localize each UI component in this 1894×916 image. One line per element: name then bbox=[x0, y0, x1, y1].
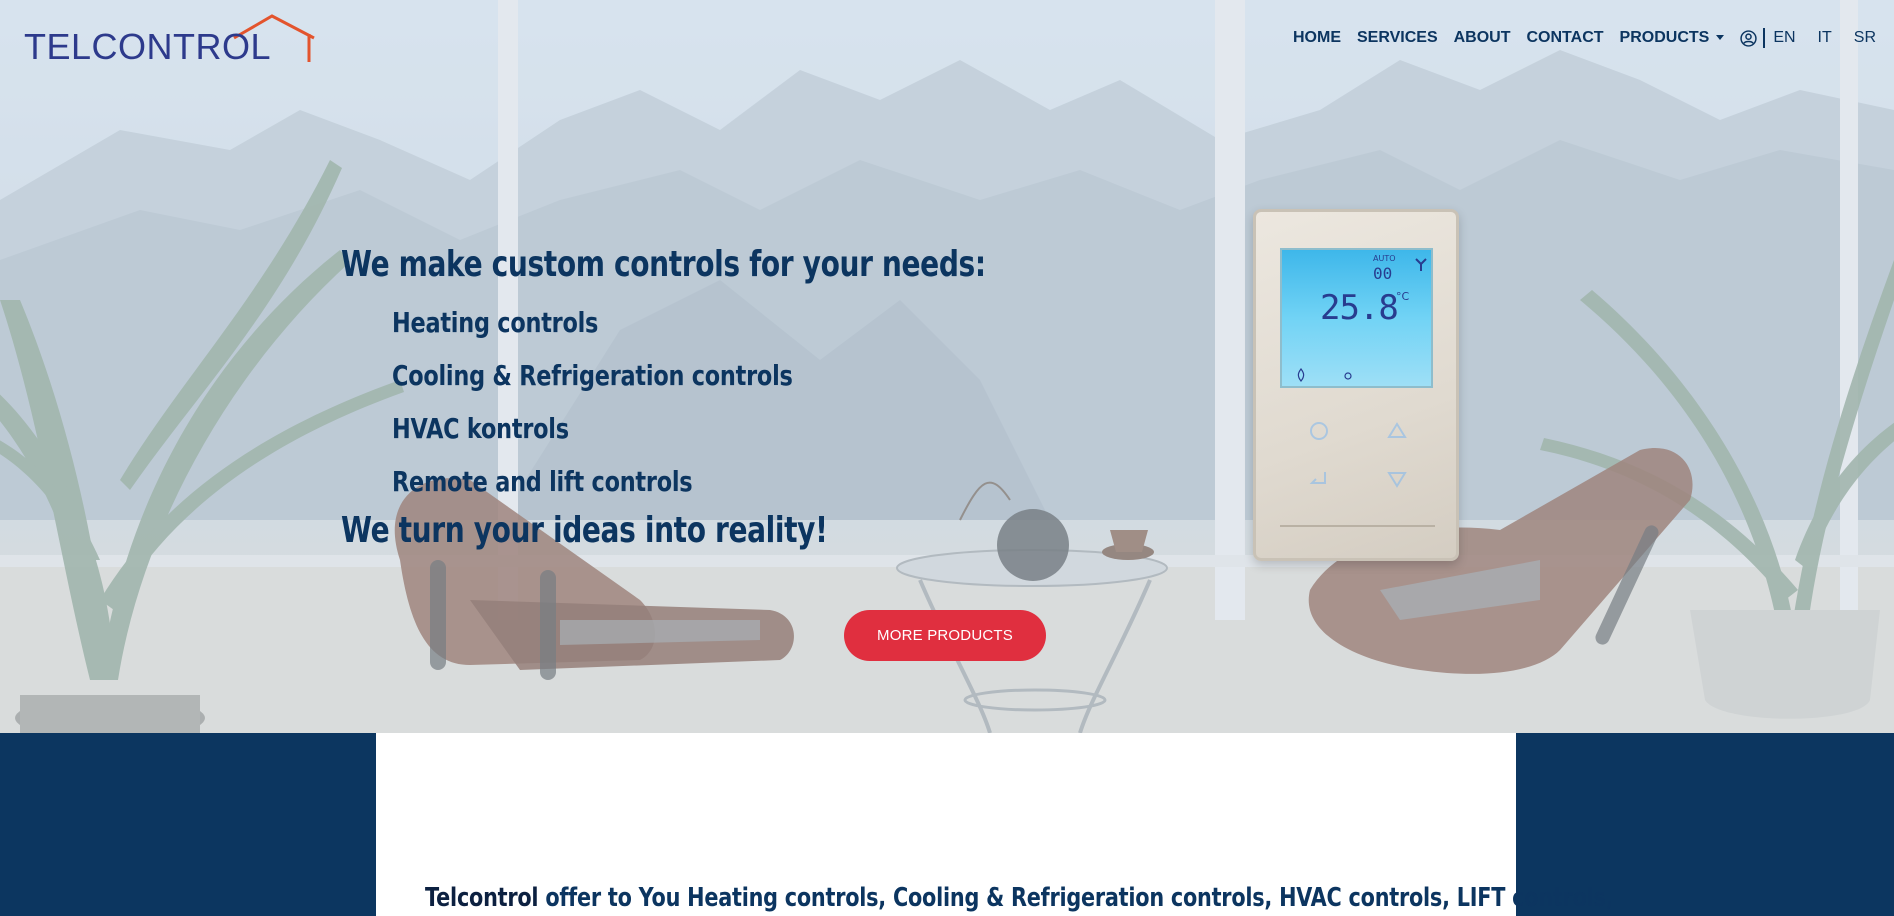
nav-about[interactable]: ABOUT bbox=[1454, 29, 1511, 47]
thermostat-screen: AUTO 00 25.8 °C bbox=[1280, 248, 1433, 388]
more-products-button[interactable]: MORE PRODUCTS bbox=[844, 610, 1046, 661]
logo-text: TELCONTROL bbox=[24, 26, 272, 67]
flame-icon bbox=[1297, 368, 1305, 382]
nav-products-label: PRODUCTS bbox=[1619, 29, 1710, 46]
nav-contact[interactable]: CONTACT bbox=[1527, 29, 1604, 47]
main-navigation: HOME SERVICES ABOUT CONTACT PRODUCTS EN … bbox=[1277, 28, 1876, 48]
thermostat-mode: AUTO bbox=[1373, 254, 1396, 263]
thermostat-temperature: 25.8 bbox=[1320, 288, 1399, 328]
nav-products-dropdown[interactable]: PRODUCTS bbox=[1620, 29, 1725, 47]
feature-item: HVAC kontrols bbox=[392, 412, 569, 445]
feature-list: Heating controls Cooling & Refrigeration… bbox=[392, 306, 893, 518]
power-button-icon bbox=[1310, 422, 1328, 440]
thermostat-time: 00 bbox=[1373, 264, 1393, 283]
thermostat-unit: °C bbox=[1396, 290, 1410, 303]
telcontrol-logo[interactable]: TELCONTROL bbox=[24, 14, 324, 67]
nav-services[interactable]: SERVICES bbox=[1357, 29, 1438, 47]
user-account-icon[interactable] bbox=[1740, 29, 1757, 47]
fan-icon bbox=[1415, 258, 1427, 271]
thermostat-divider bbox=[1280, 525, 1435, 527]
status-dot-icon bbox=[1344, 372, 1352, 380]
up-arrow-icon bbox=[1387, 422, 1407, 438]
hero-section: TELCONTROL HOME SERVICES ABOUT CONTACT P… bbox=[0, 0, 1894, 733]
feature-item: Cooling & Refrigeration controls bbox=[392, 359, 793, 392]
caret-down-icon bbox=[1716, 35, 1725, 41]
nav-home[interactable]: HOME bbox=[1293, 29, 1341, 47]
intro-text: Telcontrol offer to You Heating controls… bbox=[425, 883, 1614, 913]
hero-headline: We make custom controls for your needs: bbox=[341, 244, 986, 285]
intro-brand: Telcontrol bbox=[425, 883, 539, 913]
lang-en[interactable]: EN bbox=[1773, 29, 1795, 47]
lang-it[interactable]: IT bbox=[1818, 29, 1832, 47]
down-arrow-icon bbox=[1387, 472, 1407, 488]
intro-card: Telcontrol offer to You Heating controls… bbox=[376, 733, 1614, 916]
thermostat-image: AUTO 00 25.8 °C bbox=[1253, 209, 1459, 561]
nav-divider bbox=[1763, 28, 1766, 48]
enter-key-icon bbox=[1309, 472, 1326, 484]
hero-tagline: We turn your ideas into reality! bbox=[341, 510, 828, 551]
intro-section: Telcontrol offer to You Heating controls… bbox=[0, 733, 1894, 916]
intro-body: offer to You Heating controls, Cooling &… bbox=[538, 883, 1614, 913]
feature-item: Heating controls bbox=[392, 306, 599, 339]
lang-sr[interactable]: SR bbox=[1854, 29, 1876, 47]
